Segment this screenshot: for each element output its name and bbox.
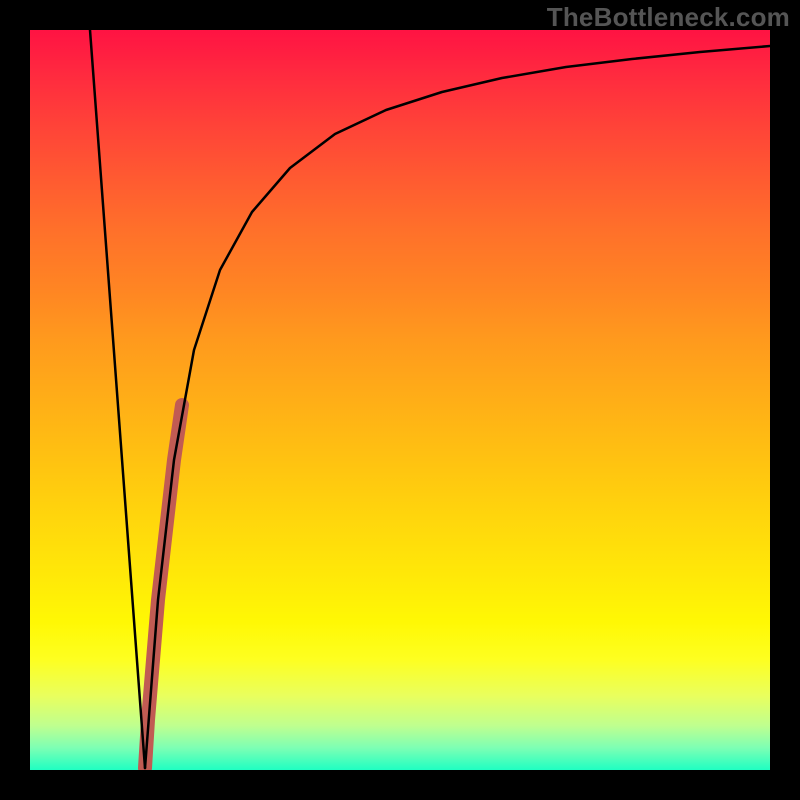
falling-line <box>90 30 145 768</box>
watermark-label: TheBottleneck.com <box>547 2 790 33</box>
highlight-segment <box>145 405 182 768</box>
rising-curve <box>145 46 770 768</box>
chart-frame: TheBottleneck.com <box>0 0 800 800</box>
plot-area <box>30 30 770 770</box>
curve-svg <box>30 30 770 770</box>
